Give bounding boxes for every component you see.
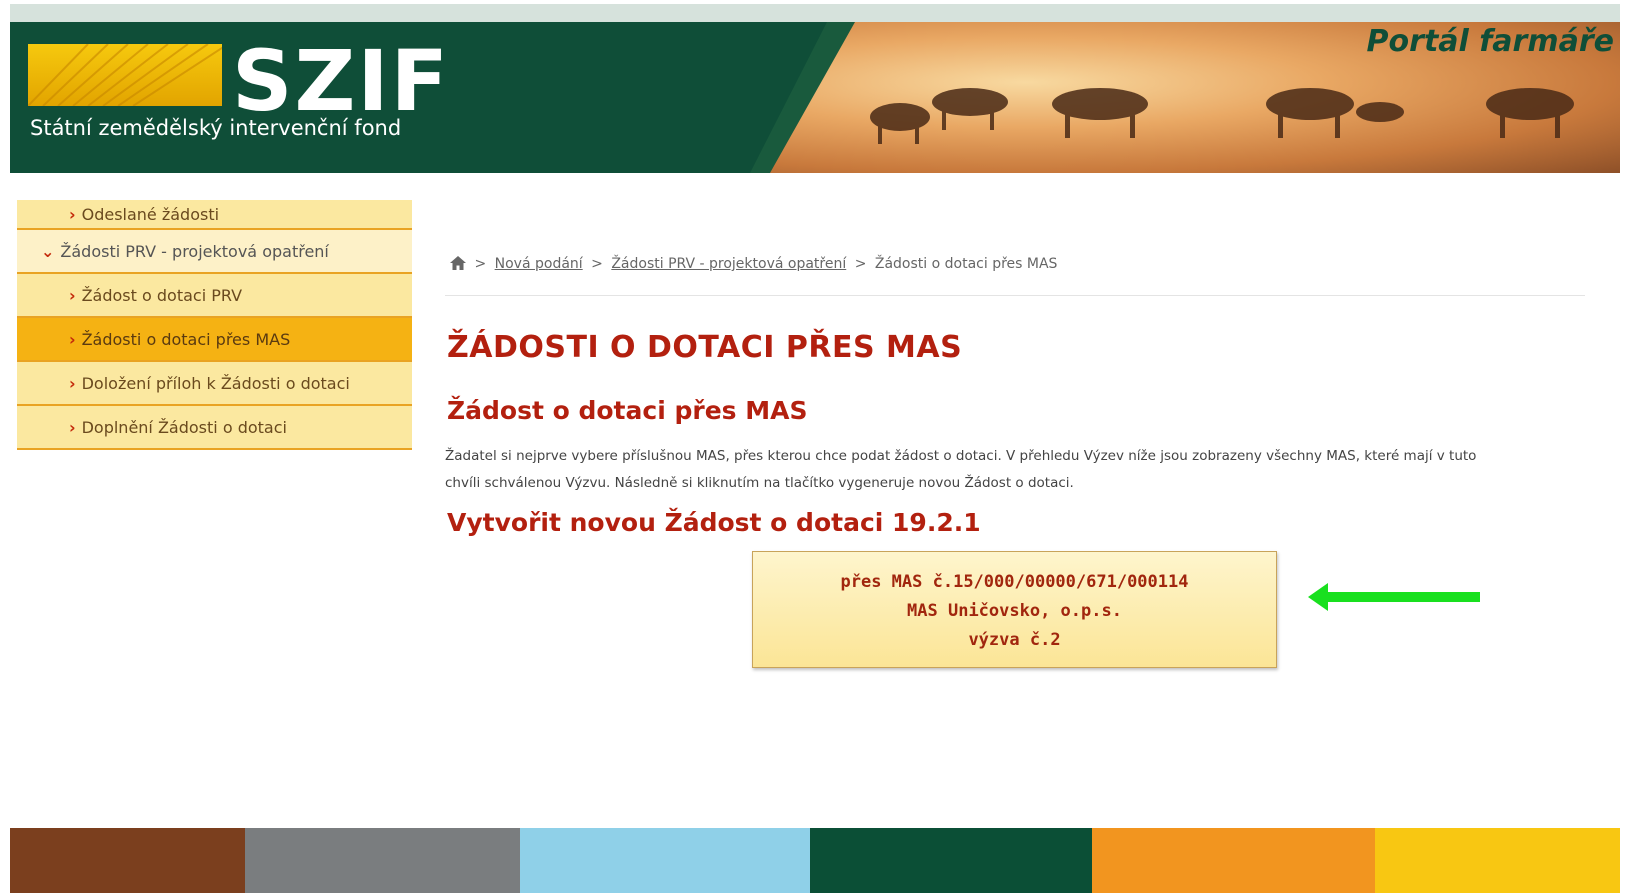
cattle-silhouettes-image	[870, 88, 1574, 144]
chevron-right-icon: ›	[69, 285, 76, 305]
footer-stripe-brown	[10, 828, 245, 893]
page-title: ŽÁDOSTI O DOTACI PŘES MAS	[447, 330, 963, 365]
top-strip	[10, 4, 1620, 22]
sidebar-item-sent-applications[interactable]: › Odeslané žádosti	[17, 200, 412, 230]
breadcrumb-separator: >	[591, 256, 603, 272]
description-line: chvíli schválenou Výzvu. Následně si kli…	[445, 475, 1074, 491]
mas-number: přes MAS č.15/000/00000/671/000114	[840, 572, 1189, 592]
mas-name: MAS Uničovsko, o.p.s.	[907, 601, 1122, 621]
sidebar-item-label: Odeslané žádosti	[81, 204, 220, 224]
footer-stripe-gray	[245, 828, 520, 893]
breadcrumb-new-submissions[interactable]: Nová podání	[495, 256, 583, 272]
footer-stripe-orange	[1092, 828, 1375, 893]
home-icon[interactable]	[450, 256, 470, 272]
footer-stripe-yellow	[1375, 828, 1620, 893]
footer-stripe-green	[810, 828, 1092, 893]
sidebar-item-label: Doplnění Žádosti o dotaci	[81, 417, 287, 437]
sidebar-item-label: Žádost o dotaci PRV	[81, 285, 243, 305]
logo-subtitle: Státní zemědělský intervenční fond	[30, 116, 402, 140]
breadcrumb-separator: >	[854, 256, 867, 272]
mas-create-application-button[interactable]: přes MAS č.15/000/00000/671/000114 MAS U…	[752, 551, 1277, 668]
chevron-down-icon: ⌄	[41, 241, 55, 261]
sidebar-item-mas-grant-applications[interactable]: › Žádosti o dotaci přes MAS	[17, 318, 412, 362]
sidebar-item-attachments[interactable]: › Doložení příloh k Žádosti o dotaci	[17, 362, 412, 406]
szif-logo-mark	[28, 44, 222, 106]
portal-title: Portál farmáře	[1366, 24, 1614, 59]
sidebar-item-prv-grant-application[interactable]: › Žádost o dotaci PRV	[17, 274, 412, 318]
description: Žadatel si nejprve vybere příslušnou MAS…	[445, 443, 1590, 497]
chevron-right-icon: ›	[69, 204, 76, 224]
chevron-right-icon: ›	[69, 373, 76, 393]
chevron-right-icon: ›	[69, 329, 76, 349]
sidebar-item-prv-project-measures[interactable]: ⌄ Žádosti PRV - projektová opatření	[17, 230, 412, 274]
sidebar-nav: › Odeslané žádosti ⌄ Žádosti PRV - proje…	[17, 200, 412, 450]
arrow-left-icon	[1308, 583, 1480, 611]
section-subtitle: Žádost o dotaci přes MAS	[447, 396, 808, 425]
divider	[445, 295, 1585, 296]
description-line: Žadatel si nejprve vybere příslušnou MAS…	[445, 448, 1477, 464]
sidebar-item-application-supplement[interactable]: › Doplnění Žádosti o dotaci	[17, 406, 412, 450]
site-header: SZIF Státní zemědělský intervenční fond …	[10, 22, 1620, 173]
call-number: výzva č.2	[968, 630, 1061, 650]
create-application-title: Vytvořit novou Žádost o dotaci 19.2.1	[447, 508, 981, 537]
breadcrumb-prv-project-measures[interactable]: Žádosti PRV - projektová opatření	[611, 256, 846, 272]
sidebar-item-label: Žádosti PRV - projektová opatření	[60, 241, 329, 261]
breadcrumb: > Nová podání > Žádosti PRV - projektová…	[450, 256, 1057, 272]
sidebar-item-label: Žádosti o dotaci přes MAS	[81, 329, 291, 349]
breadcrumb-separator: >	[474, 256, 487, 272]
chevron-right-icon: ›	[69, 417, 76, 437]
breadcrumb-current: Žádosti o dotaci přes MAS	[874, 256, 1058, 272]
sidebar-item-label: Doložení příloh k Žádosti o dotaci	[81, 373, 350, 393]
footer-stripe-lightblue	[520, 828, 810, 893]
footer-color-bar	[10, 828, 1620, 893]
